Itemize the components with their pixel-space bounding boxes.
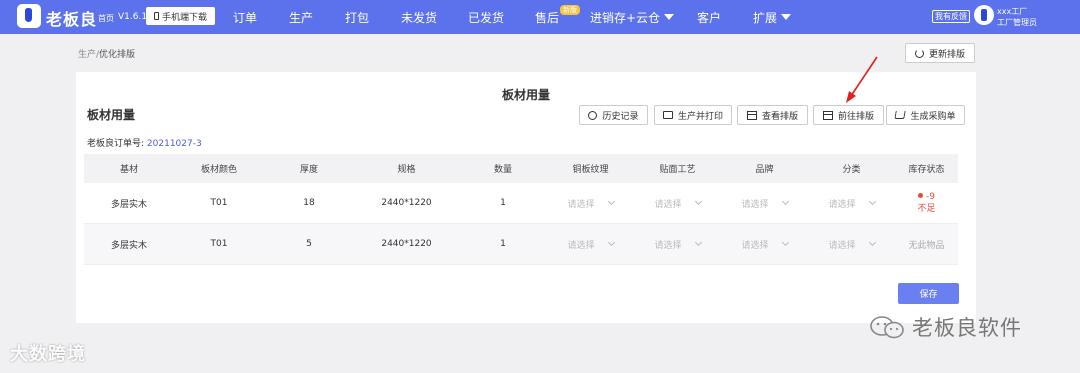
- watermark-right: 老板良软件: [912, 316, 1022, 340]
- wechat-icon: [870, 316, 904, 339]
- arrow-line: [850, 56, 878, 97]
- arrow-head-icon: [846, 91, 856, 103]
- watermark-left: 大数跨境: [10, 344, 86, 365]
